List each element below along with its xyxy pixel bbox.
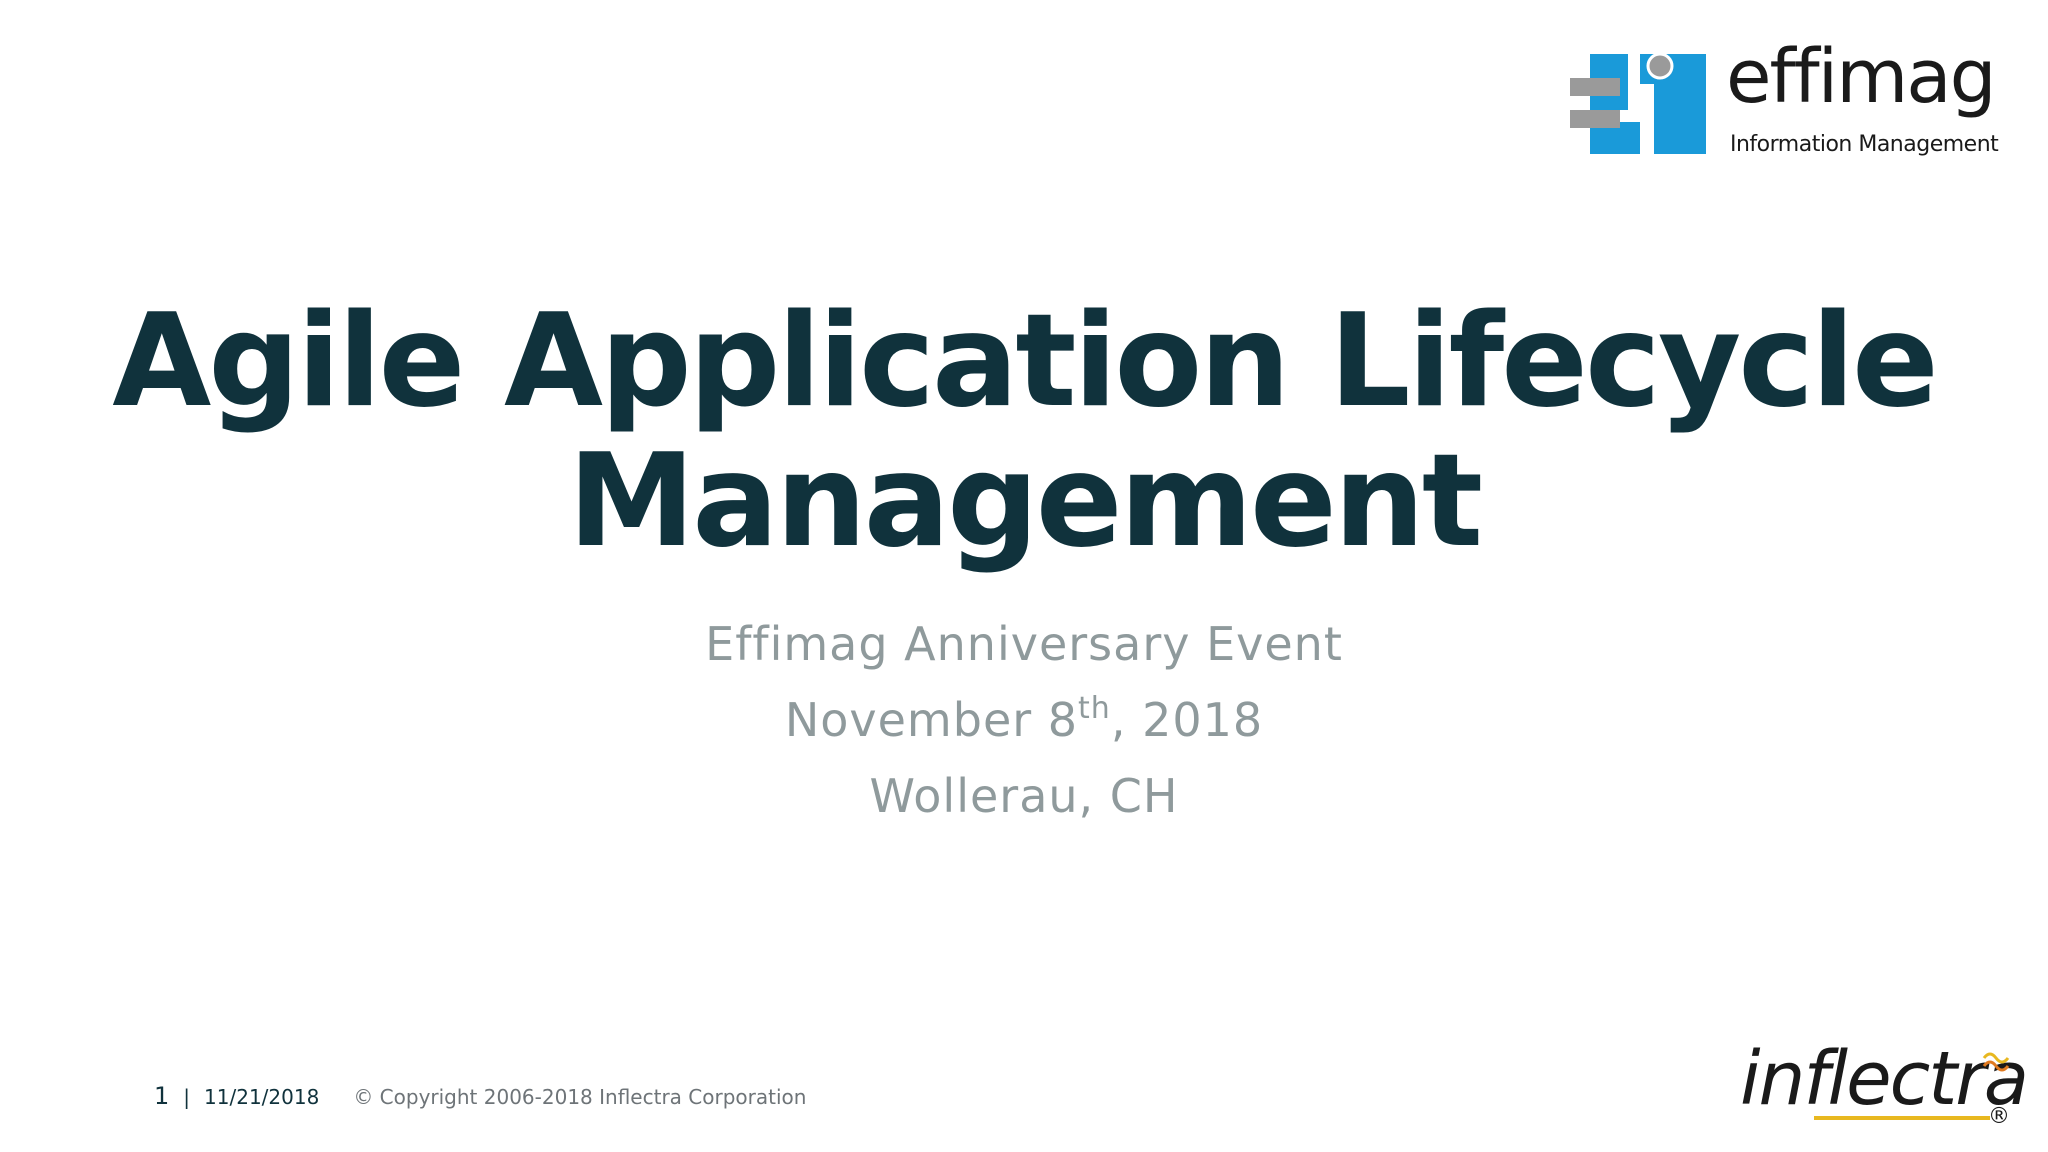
event-date-year: , 2018 — [1110, 693, 1264, 747]
effimag-tagline: Information Management — [1730, 132, 1999, 157]
event-name: Effimag Anniversary Event — [705, 617, 1343, 671]
registered-mark: ® — [1988, 1104, 2010, 1129]
footer-copyright: © Copyright 2006-2018 Inflectra Corporat… — [353, 1085, 807, 1109]
event-location: Wollerau, CH — [869, 769, 1179, 823]
slide-title-line-1: Agile Application Lifecycle — [112, 287, 1939, 436]
page-number: 1 — [154, 1082, 170, 1110]
footer-date: 11/21/2018 — [204, 1085, 320, 1109]
wave-icon — [1982, 1052, 2010, 1072]
inflectra-logo: inflectra ® — [1736, 1040, 2029, 1140]
footer-separator: | — [183, 1085, 191, 1109]
slide: effimag Information Management Agile App… — [0, 0, 2048, 1152]
inflectra-underline — [1814, 1116, 1990, 1120]
slide-subtitle: Effimag Anniversary Event November 8th, … — [0, 606, 2048, 834]
effimag-wordmark: effimag — [1726, 34, 1997, 120]
effimag-logo: effimag Information Management — [1570, 40, 1999, 166]
event-date-suffix: th — [1078, 691, 1111, 726]
slide-title: Agile Application Lifecycle Management — [0, 292, 2048, 572]
slide-title-line-2: Management — [567, 427, 1483, 576]
effimag-logo-icon — [1570, 52, 1706, 154]
event-date-month-day: November 8 — [784, 693, 1079, 747]
slide-footer: 1 | 11/21/2018 © Copyright 2006-2018 Inf… — [154, 1082, 806, 1114]
event-date: November 8th, 2018 — [0, 682, 2048, 758]
